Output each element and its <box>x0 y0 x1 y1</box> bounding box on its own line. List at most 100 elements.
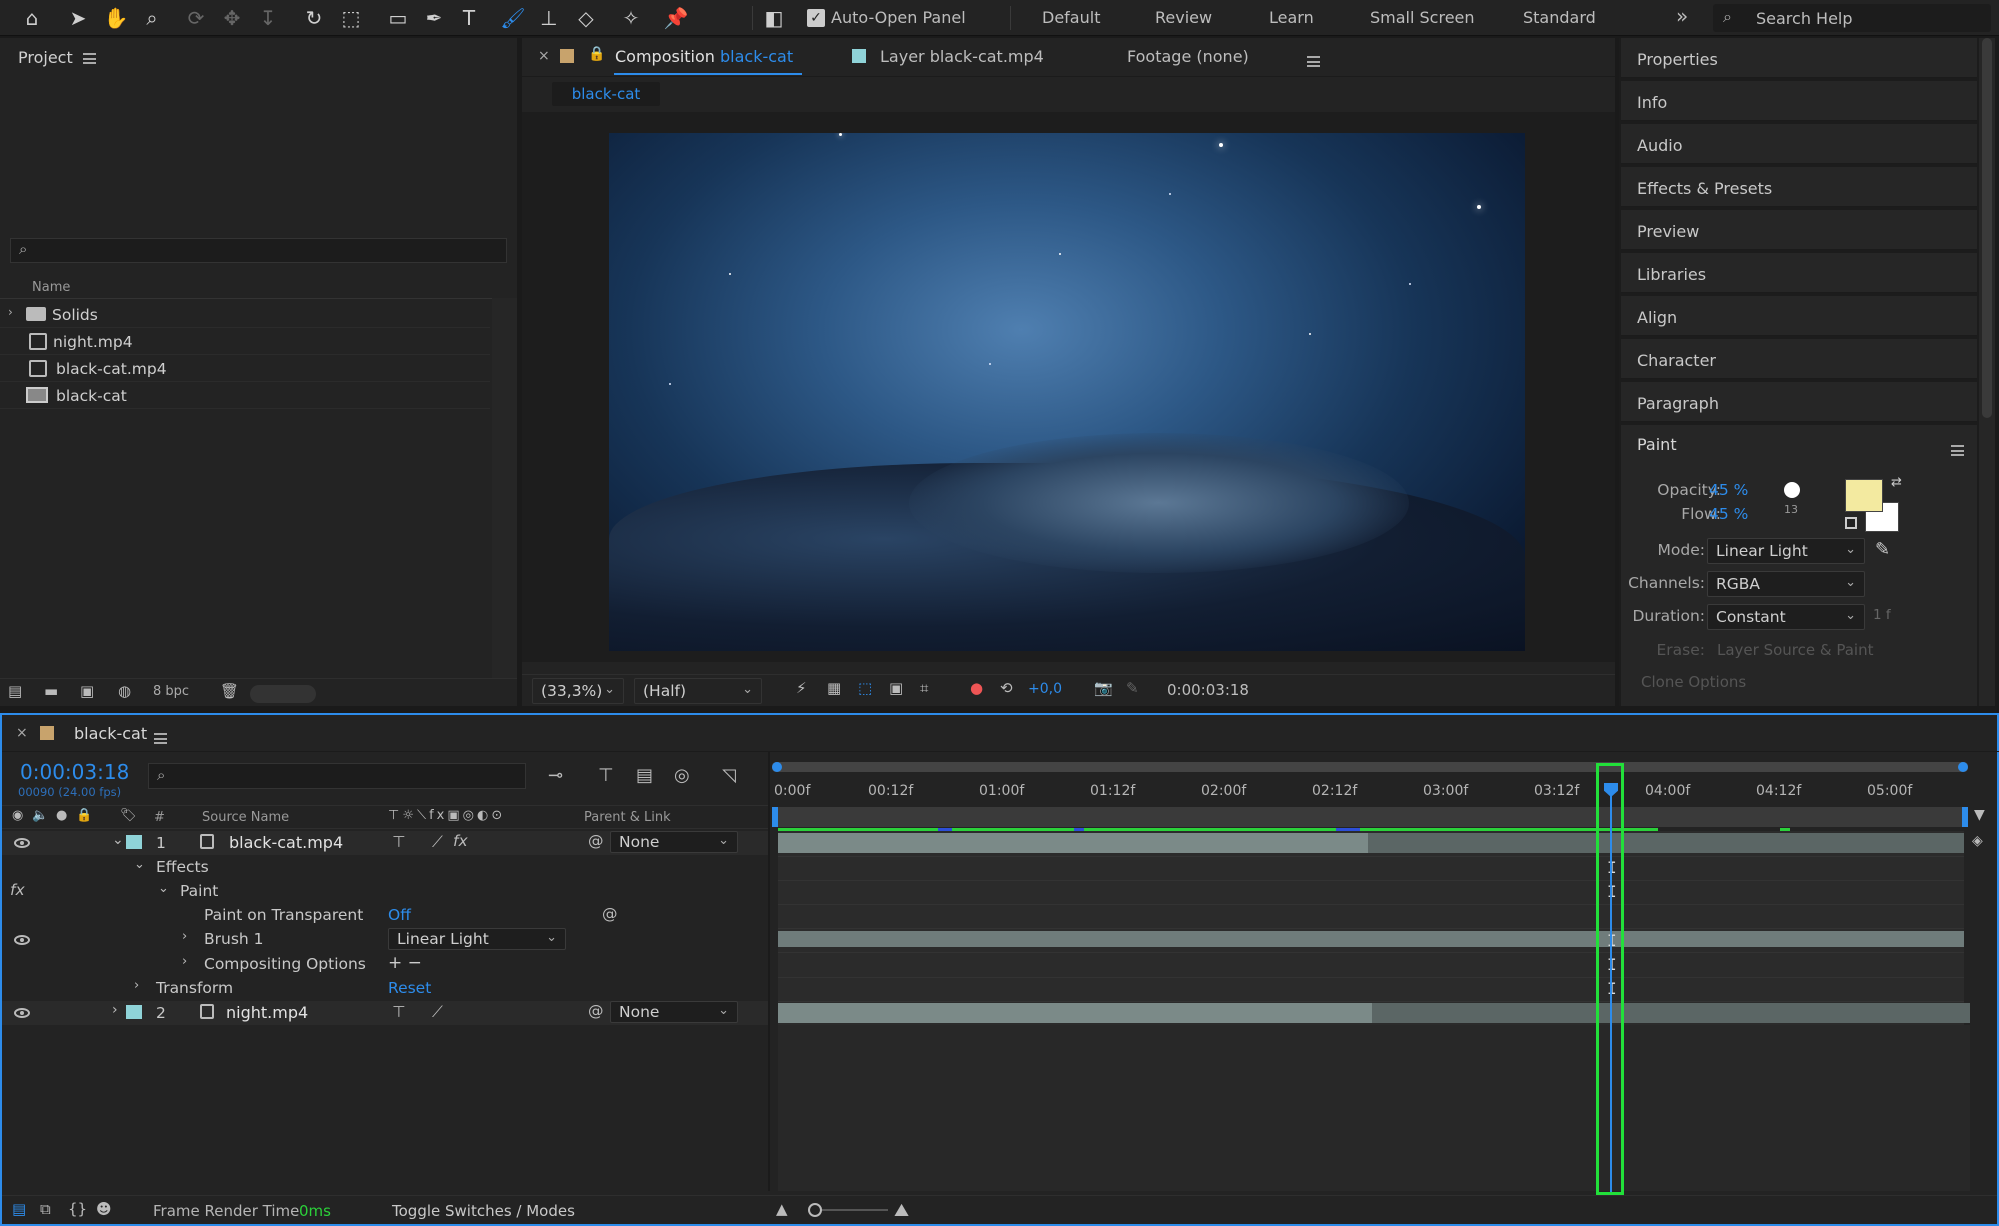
eraser-tool-icon[interactable]: ◇ <box>572 4 600 32</box>
tab-footage[interactable]: Footage (none) <box>1127 47 1249 66</box>
paint-panel-title[interactable]: Paint <box>1637 435 1677 454</box>
exposure-value[interactable]: +0,0 <box>1028 681 1062 697</box>
mode-dropdown[interactable]: Linear Light ⌄ <box>1707 538 1865 564</box>
channels-dropdown[interactable]: RGBA ⌄ <box>1707 571 1865 597</box>
clone-options-label[interactable]: Clone Options <box>1641 673 1746 691</box>
time-ruler[interactable]: 0:00f 00:12f 01:00f 01:12f 02:00f 02:12f… <box>772 773 1968 805</box>
puppet-tool-icon[interactable]: 📌 <box>662 4 690 32</box>
panel-preview[interactable]: Preview <box>1621 210 1977 250</box>
auto-open-checkbox[interactable]: ✓ <box>807 9 825 27</box>
compositing-expand-icon[interactable]: › <box>182 954 187 969</box>
workspace-overflow-icon[interactable]: » <box>1676 4 1688 28</box>
panel-effects-presets[interactable]: Effects & Presets <box>1621 167 1977 207</box>
lock-header-icon[interactable]: 🔒 <box>76 808 92 823</box>
new-composition-icon[interactable]: ▣ <box>80 682 94 700</box>
in-out-toggle-icon[interactable]: {} <box>68 1200 87 1218</box>
zoom-out-icon[interactable]: ▲ <box>776 1200 788 1218</box>
resolution-dropdown[interactable]: (Half) ⌄ <box>634 678 762 704</box>
panel-info[interactable]: Info <box>1621 81 1977 121</box>
project-item-black-cat-comp[interactable]: black-cat <box>0 382 490 409</box>
paint-effect-row[interactable]: fx ⌄ Paint <box>2 880 768 904</box>
orbit-camera-icon[interactable]: ⟳ <box>182 4 210 32</box>
brush-visibility-eye-icon[interactable] <box>14 935 30 945</box>
grid-guides-icon[interactable]: ⌗ <box>920 679 928 697</box>
paint-on-transparent-value[interactable]: Off <box>388 906 411 924</box>
layer-color-label[interactable] <box>126 835 142 849</box>
quality-switch-icon[interactable]: ⟋ <box>432 833 443 852</box>
expand-arrow-icon[interactable]: › <box>8 305 13 319</box>
interpret-footage-icon[interactable]: ▤ <box>8 682 22 700</box>
visibility-eye-icon[interactable] <box>14 838 30 848</box>
paint-menu-icon[interactable] <box>1951 445 1964 456</box>
reset-exposure-icon[interactable]: ⟲ <box>1000 679 1013 697</box>
mask-visibility-icon[interactable]: ⬚ <box>858 679 872 697</box>
shy-switch-icon[interactable]: ⊤ <box>392 833 406 851</box>
close-timeline-icon[interactable]: × <box>16 725 28 741</box>
layer-1-bar[interactable] <box>778 833 1368 853</box>
tab-composition[interactable]: Composition black-cat <box>615 47 793 66</box>
default-colors-icon[interactable] <box>1845 517 1857 529</box>
switches-header-icons[interactable]: ⊤☼⟍fx▣◎◐⊙ <box>388 808 505 823</box>
pan-behind-tool-icon[interactable]: ⬚ <box>337 4 365 32</box>
foreground-color-swatch[interactable] <box>1845 479 1883 512</box>
close-tab-icon[interactable]: × <box>538 48 550 64</box>
layer-color-label[interactable] <box>126 1005 142 1019</box>
trash-icon[interactable]: 🗑 <box>220 682 239 700</box>
workspace-standard[interactable]: Standard <box>1523 8 1596 27</box>
brush-blend-mode-dropdown[interactable]: Linear Light ⌄ <box>388 928 566 950</box>
quality-switch-icon[interactable]: ⟋ <box>432 1003 443 1022</box>
pick-whip-icon[interactable]: @ <box>602 905 618 923</box>
panel-libraries[interactable]: Libraries <box>1621 253 1977 293</box>
channel-icon[interactable]: ● <box>970 679 983 697</box>
draft-3d-icon[interactable]: ⊤ <box>598 765 614 786</box>
lock-icon[interactable]: 🔒 <box>588 46 605 62</box>
layer-2-bar-trimmed[interactable] <box>1372 1003 1970 1023</box>
panel-paragraph[interactable]: Paragraph <box>1621 382 1977 422</box>
snapshot-icon[interactable]: 📷 <box>1094 679 1113 697</box>
thumbnail-slider[interactable] <box>250 685 316 703</box>
workspace-small-screen[interactable]: Small Screen <box>1370 8 1475 27</box>
transparency-grid-icon[interactable]: ▦ <box>827 679 841 697</box>
layer-name[interactable]: black-cat.mp4 <box>229 833 343 852</box>
selection-tool-icon[interactable]: ➤ <box>64 4 92 32</box>
project-search-input[interactable]: ⌕ <box>10 238 507 263</box>
fx-toggle-icon[interactable]: fx <box>10 881 25 899</box>
timeline-menu-icon[interactable] <box>154 733 167 744</box>
panel-properties[interactable]: Properties <box>1621 38 1977 78</box>
paint-expand-icon[interactable]: ⌄ <box>158 881 169 896</box>
layer-2-bar[interactable] <box>778 1003 1372 1023</box>
layer-name[interactable]: night.mp4 <box>226 1003 308 1022</box>
frame-blending-icon[interactable]: ▤ <box>636 765 653 786</box>
collapse-arrow-icon[interactable]: ⌄ <box>112 832 124 848</box>
type-tool-icon[interactable]: T <box>455 4 483 32</box>
compositing-options-row[interactable]: › Compositing Options + − <box>2 953 768 977</box>
opacity-value[interactable]: 45 % <box>1709 481 1748 499</box>
workspace-default[interactable]: Default <box>1042 8 1100 27</box>
search-help-field[interactable]: ⌕ Search Help <box>1713 4 1991 32</box>
panel-audio[interactable]: Audio <box>1621 124 1977 164</box>
show-snapshot-icon[interactable]: ✎ <box>1126 679 1139 697</box>
bit-depth-button[interactable]: 8 bpc <box>153 684 189 699</box>
panel-toggle-icon[interactable]: ◧ <box>760 4 788 32</box>
project-item-night[interactable]: night.mp4 <box>0 328 490 355</box>
erase-dropdown[interactable]: Layer Source & Paint <box>1717 641 1873 659</box>
effects-switch-icon[interactable]: fx <box>453 832 468 850</box>
panel-align[interactable]: Align <box>1621 296 1977 336</box>
paint-on-transparent-row[interactable]: Paint on Transparent Off @ <box>2 904 768 928</box>
shy-switch-icon[interactable]: ⊤ <box>392 1003 406 1021</box>
timeline-search-input[interactable]: ⌕ <box>148 763 526 789</box>
dolly-camera-icon[interactable]: ↧ <box>254 4 282 32</box>
pick-whip-icon[interactable]: @ <box>588 832 604 850</box>
roto-brush-tool-icon[interactable]: ✧ <box>617 4 645 32</box>
graph-editor-icon[interactable]: ◹ <box>722 765 736 786</box>
effects-expand-icon[interactable]: ⌄ <box>134 857 145 872</box>
brush-tip-icon[interactable] <box>1784 482 1800 498</box>
comp-flow-chip[interactable]: black-cat <box>552 82 660 106</box>
zoom-in-icon[interactable]: ⛰ <box>894 1200 909 1221</box>
duration-dropdown[interactable]: Constant ⌄ <box>1707 604 1865 630</box>
parent-link-header[interactable]: Parent & Link <box>584 810 671 825</box>
home-icon[interactable]: ⌂ <box>18 4 46 32</box>
fast-previews-icon[interactable]: ⚡ <box>796 679 807 697</box>
search-help-input[interactable]: Search Help <box>1756 9 1853 28</box>
audio-switch-header-icon[interactable]: 🔈 <box>32 808 48 823</box>
